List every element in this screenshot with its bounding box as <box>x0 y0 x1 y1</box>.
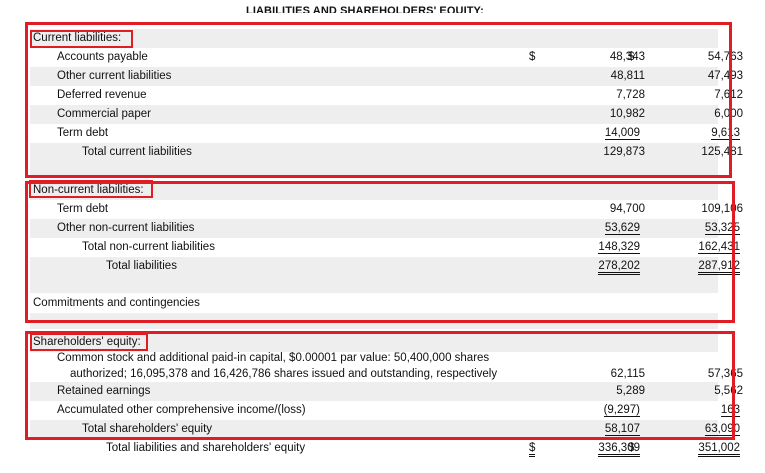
currency-symbol: $ <box>529 442 536 457</box>
section-header: LIABILITIES AND SHAREHOLDERS' EQUITY: <box>246 5 484 13</box>
row-label: Total liabilities and shareholders' equi… <box>106 442 306 454</box>
grand-total-row: Total liabilities and shareholders' equi… <box>30 439 740 458</box>
value-text: 351,002 <box>698 442 740 457</box>
value-2019: 351,002 <box>660 442 740 457</box>
noncurrent-liabilities-highlight <box>25 181 735 323</box>
current-liabilities-tag <box>30 30 133 48</box>
equity-tag <box>30 333 148 351</box>
currency-symbol: $ <box>628 442 635 457</box>
noncurrent-liabilities-tag <box>29 180 153 198</box>
